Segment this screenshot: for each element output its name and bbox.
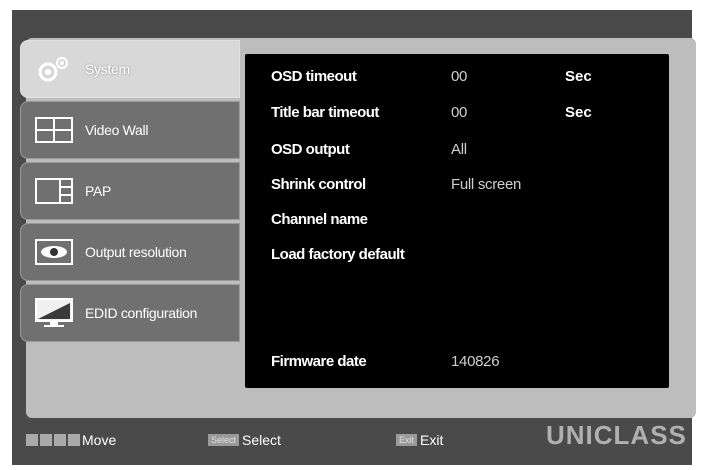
monitor-icon xyxy=(31,297,77,329)
title-bar-timeout-value[interactable]: 00 xyxy=(451,104,467,121)
arrow-left-key-icon xyxy=(54,434,66,446)
tab-video-wall[interactable]: Video Wall xyxy=(20,101,240,159)
osd-timeout-value[interactable]: 00 xyxy=(451,68,467,85)
firmware-date-value: 140826 xyxy=(451,353,500,370)
osd-timeout-unit: Sec xyxy=(565,68,592,85)
arrow-down-key-icon xyxy=(40,434,52,446)
osd-output-value[interactable]: All xyxy=(451,141,467,158)
video-wall-icon xyxy=(31,114,77,146)
tab-label: PAP xyxy=(85,183,112,199)
tab-system[interactable]: System xyxy=(20,40,240,98)
settings-panel: OSD timeout 00 Sec Title bar timeout 00 … xyxy=(245,54,669,388)
shrink-control-value[interactable]: Full screen xyxy=(451,176,521,193)
tab-label: EDID configuration xyxy=(85,305,198,321)
select-key: Select xyxy=(208,434,240,446)
tab-label: Output resolution xyxy=(85,244,187,260)
move-hint: Move xyxy=(26,428,116,452)
arrow-up-key-icon xyxy=(26,434,38,446)
exit-label: Exit xyxy=(420,432,444,448)
firmware-date-label: Firmware date xyxy=(271,353,367,370)
arrow-right-key-icon xyxy=(68,434,80,446)
select-hint: Select Select xyxy=(208,428,281,452)
eye-icon xyxy=(31,236,77,268)
exit-hint: Exit Exit xyxy=(396,428,443,452)
shrink-control-label[interactable]: Shrink control xyxy=(271,176,366,196)
uniclass-logo: UNICLASS xyxy=(546,420,687,450)
tab-label: System xyxy=(85,61,130,77)
exit-key: Exit xyxy=(396,434,418,446)
channel-name-label[interactable]: Channel name xyxy=(271,211,368,231)
tab-label: Video Wall xyxy=(85,122,149,138)
osd-timeout-label[interactable]: OSD timeout xyxy=(271,68,357,88)
osd-output-label[interactable]: OSD output xyxy=(271,141,350,161)
title-bar-timeout-unit: Sec xyxy=(565,104,592,121)
title-bar-timeout-label[interactable]: Title bar timeout xyxy=(271,104,379,124)
tab-pap[interactable]: PAP xyxy=(20,162,240,220)
select-label: Select xyxy=(242,432,281,448)
tab-edid-configuration[interactable]: EDID configuration xyxy=(20,284,240,342)
move-label: Move xyxy=(82,432,117,448)
load-factory-default-label[interactable]: Load factory default xyxy=(271,246,405,266)
gears-icon xyxy=(31,53,77,85)
pap-icon xyxy=(31,175,77,207)
tab-output-resolution[interactable]: Output resolution xyxy=(20,223,240,281)
